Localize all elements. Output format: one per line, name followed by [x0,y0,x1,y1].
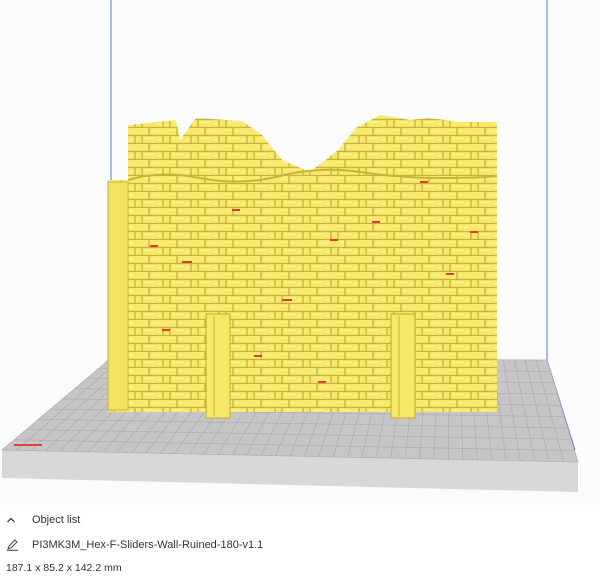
object-name-row[interactable]: PI3MK3M_Hex-F-Sliders-Wall-Ruined-180-v1… [6,538,263,551]
pencil-icon[interactable] [6,538,19,551]
chevron-up-icon[interactable] [6,515,16,525]
object-list-header[interactable]: Object list [6,514,80,526]
object-dimensions: 187.1 x 85.2 x 142.2 mm [6,562,122,574]
3d-viewport[interactable] [0,0,600,505]
object-list-panel: Object list PI3MK3M_Hex-F-Sliders-Wall-R… [0,505,600,578]
object-dimensions-row: 187.1 x 85.2 x 142.2 mm [6,562,122,574]
object-name: PI3MK3M_Hex-F-Sliders-Wall-Ruined-180-v1… [32,538,264,551]
ruined-wall-model[interactable] [107,115,498,419]
scene-canvas[interactable] [0,0,600,505]
object-list-title: Object list [32,514,81,526]
